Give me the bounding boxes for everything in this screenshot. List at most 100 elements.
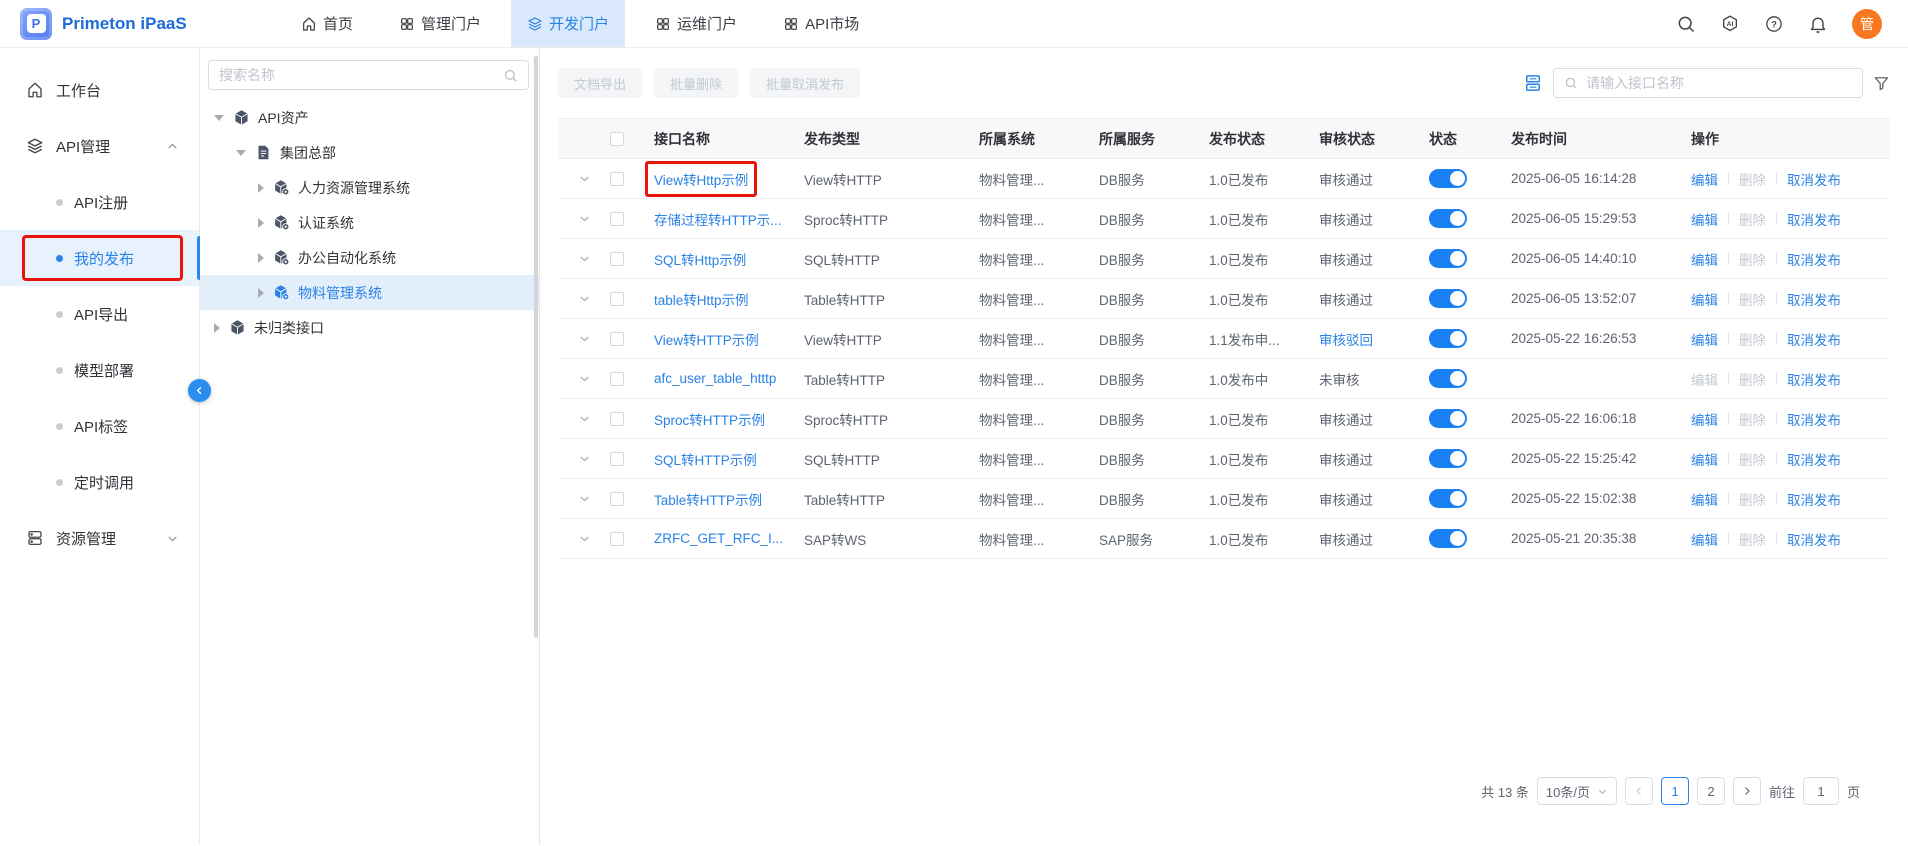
filter-icon[interactable]: [1873, 75, 1890, 92]
edit-link[interactable]: 编辑: [1691, 209, 1718, 229]
sidebar-item-model-deploy[interactable]: 模型部署: [0, 342, 199, 398]
tree-node-material-system[interactable]: 物料管理系统: [200, 275, 539, 310]
delete-link[interactable]: 删除: [1739, 329, 1766, 349]
status-toggle[interactable]: [1429, 529, 1467, 548]
row-expand-toggle[interactable]: [558, 412, 610, 425]
nav-item-api-market[interactable]: API市场: [767, 0, 875, 47]
edit-link[interactable]: 编辑: [1691, 289, 1718, 309]
caret-right-icon[interactable]: [258, 183, 264, 193]
unpublish-link[interactable]: 取消发布: [1787, 489, 1841, 509]
nav-item-ops-portal[interactable]: 运维门户: [639, 0, 753, 47]
tree-node-unclassified[interactable]: 未归类接口: [200, 310, 539, 345]
batch-unpublish-button[interactable]: 批量取消发布: [750, 68, 860, 98]
edit-link[interactable]: 编辑: [1691, 329, 1718, 349]
api-name-link[interactable]: View转Http示例: [654, 173, 748, 188]
status-toggle[interactable]: [1429, 209, 1467, 228]
tree-node-oa-system[interactable]: 办公自动化系统: [200, 240, 539, 275]
api-name-link[interactable]: 存储过程转HTTP示...: [654, 213, 782, 228]
page-button-2[interactable]: 2: [1697, 777, 1725, 805]
tree-search-input[interactable]: [219, 67, 495, 83]
ai-assistant-icon[interactable]: AI: [1720, 14, 1740, 34]
doc-export-button[interactable]: 文档导出: [558, 68, 642, 98]
app-logo[interactable]: P Primeton iPaaS: [0, 0, 192, 47]
status-toggle[interactable]: [1429, 289, 1467, 308]
page-size-select[interactable]: 10条/页: [1537, 777, 1617, 805]
tree-node-hr-system[interactable]: 人力资源管理系统: [200, 170, 539, 205]
row-checkbox[interactable]: [610, 412, 624, 426]
caret-right-icon[interactable]: [258, 253, 264, 263]
delete-link[interactable]: 删除: [1739, 489, 1766, 509]
prev-page-button[interactable]: [1625, 777, 1653, 805]
audit-rejected-link[interactable]: 审核驳回: [1319, 333, 1373, 348]
edit-link[interactable]: 编辑: [1691, 169, 1718, 189]
api-name-link[interactable]: table转Http示例: [654, 293, 749, 308]
row-expand-toggle[interactable]: [558, 252, 610, 265]
caret-down-icon[interactable]: [214, 115, 224, 121]
edit-link[interactable]: 编辑: [1691, 249, 1718, 269]
sidebar-item-api-export[interactable]: API导出: [0, 286, 199, 342]
row-checkbox[interactable]: [610, 332, 624, 346]
row-checkbox[interactable]: [610, 492, 624, 506]
row-checkbox[interactable]: [610, 292, 624, 306]
edit-link[interactable]: 编辑: [1691, 369, 1718, 389]
api-name-link[interactable]: SQL转HTTP示例: [654, 453, 757, 468]
scrollbar-thumb[interactable]: [534, 56, 538, 638]
bell-icon[interactable]: [1808, 14, 1828, 34]
row-checkbox[interactable]: [610, 452, 624, 466]
export-list-icon[interactable]: [1523, 73, 1543, 93]
row-checkbox[interactable]: [610, 372, 624, 386]
caret-right-icon[interactable]: [258, 288, 264, 298]
search-icon[interactable]: [503, 68, 518, 83]
nav-item-admin-portal[interactable]: 管理门户: [383, 0, 497, 47]
row-expand-toggle[interactable]: [558, 532, 610, 545]
status-toggle[interactable]: [1429, 449, 1467, 468]
row-expand-toggle[interactable]: [558, 492, 610, 505]
row-checkbox[interactable]: [610, 252, 624, 266]
row-expand-toggle[interactable]: [558, 212, 610, 225]
row-checkbox[interactable]: [610, 212, 624, 226]
status-toggle[interactable]: [1429, 489, 1467, 508]
sidebar-item-api-tags[interactable]: API标签: [0, 398, 199, 454]
next-page-button[interactable]: [1733, 777, 1761, 805]
api-name-link[interactable]: afc_user_table_htttp: [654, 371, 776, 386]
sidebar-group-api-management[interactable]: API管理: [0, 118, 199, 174]
caret-right-icon[interactable]: [214, 323, 220, 333]
unpublish-link[interactable]: 取消发布: [1787, 209, 1841, 229]
caret-down-icon[interactable]: [236, 150, 246, 156]
nav-item-home[interactable]: 首页: [285, 0, 369, 47]
nav-item-dev-portal[interactable]: 开发门户: [511, 0, 625, 47]
sidebar-group-resource-management[interactable]: 资源管理: [0, 510, 199, 566]
status-toggle[interactable]: [1429, 169, 1467, 188]
edit-link[interactable]: 编辑: [1691, 449, 1718, 469]
sidebar-item-workbench[interactable]: 工作台: [0, 62, 199, 118]
tree-node-api-assets[interactable]: API资产: [200, 100, 539, 135]
row-expand-toggle[interactable]: [558, 332, 610, 345]
row-expand-toggle[interactable]: [558, 292, 610, 305]
unpublish-link[interactable]: 取消发布: [1787, 169, 1841, 189]
search-icon[interactable]: [1676, 14, 1696, 34]
sidebar-collapse-button[interactable]: [188, 379, 211, 402]
delete-link[interactable]: 删除: [1739, 529, 1766, 549]
status-toggle[interactable]: [1429, 409, 1467, 428]
sidebar-item-scheduled-call[interactable]: 定时调用: [0, 454, 199, 510]
goto-page-input[interactable]: [1803, 777, 1839, 805]
user-avatar[interactable]: 管: [1852, 9, 1882, 39]
row-checkbox[interactable]: [610, 532, 624, 546]
tree-node-group-hq[interactable]: 集团总部: [200, 135, 539, 170]
tree-node-auth-system[interactable]: 认证系统: [200, 205, 539, 240]
row-expand-toggle[interactable]: [558, 172, 610, 185]
api-name-link[interactable]: Table转HTTP示例: [654, 493, 762, 508]
unpublish-link[interactable]: 取消发布: [1787, 329, 1841, 349]
edit-link[interactable]: 编辑: [1691, 489, 1718, 509]
unpublish-link[interactable]: 取消发布: [1787, 369, 1841, 389]
delete-link[interactable]: 删除: [1739, 249, 1766, 269]
api-search-input[interactable]: [1586, 75, 1852, 91]
unpublish-link[interactable]: 取消发布: [1787, 249, 1841, 269]
caret-right-icon[interactable]: [258, 218, 264, 228]
sidebar-item-api-register[interactable]: API注册: [0, 174, 199, 230]
edit-link[interactable]: 编辑: [1691, 409, 1718, 429]
delete-link[interactable]: 删除: [1739, 449, 1766, 469]
sidebar-item-my-publish[interactable]: 我的发布: [0, 230, 199, 286]
row-expand-toggle[interactable]: [558, 372, 610, 385]
row-checkbox[interactable]: [610, 172, 624, 186]
